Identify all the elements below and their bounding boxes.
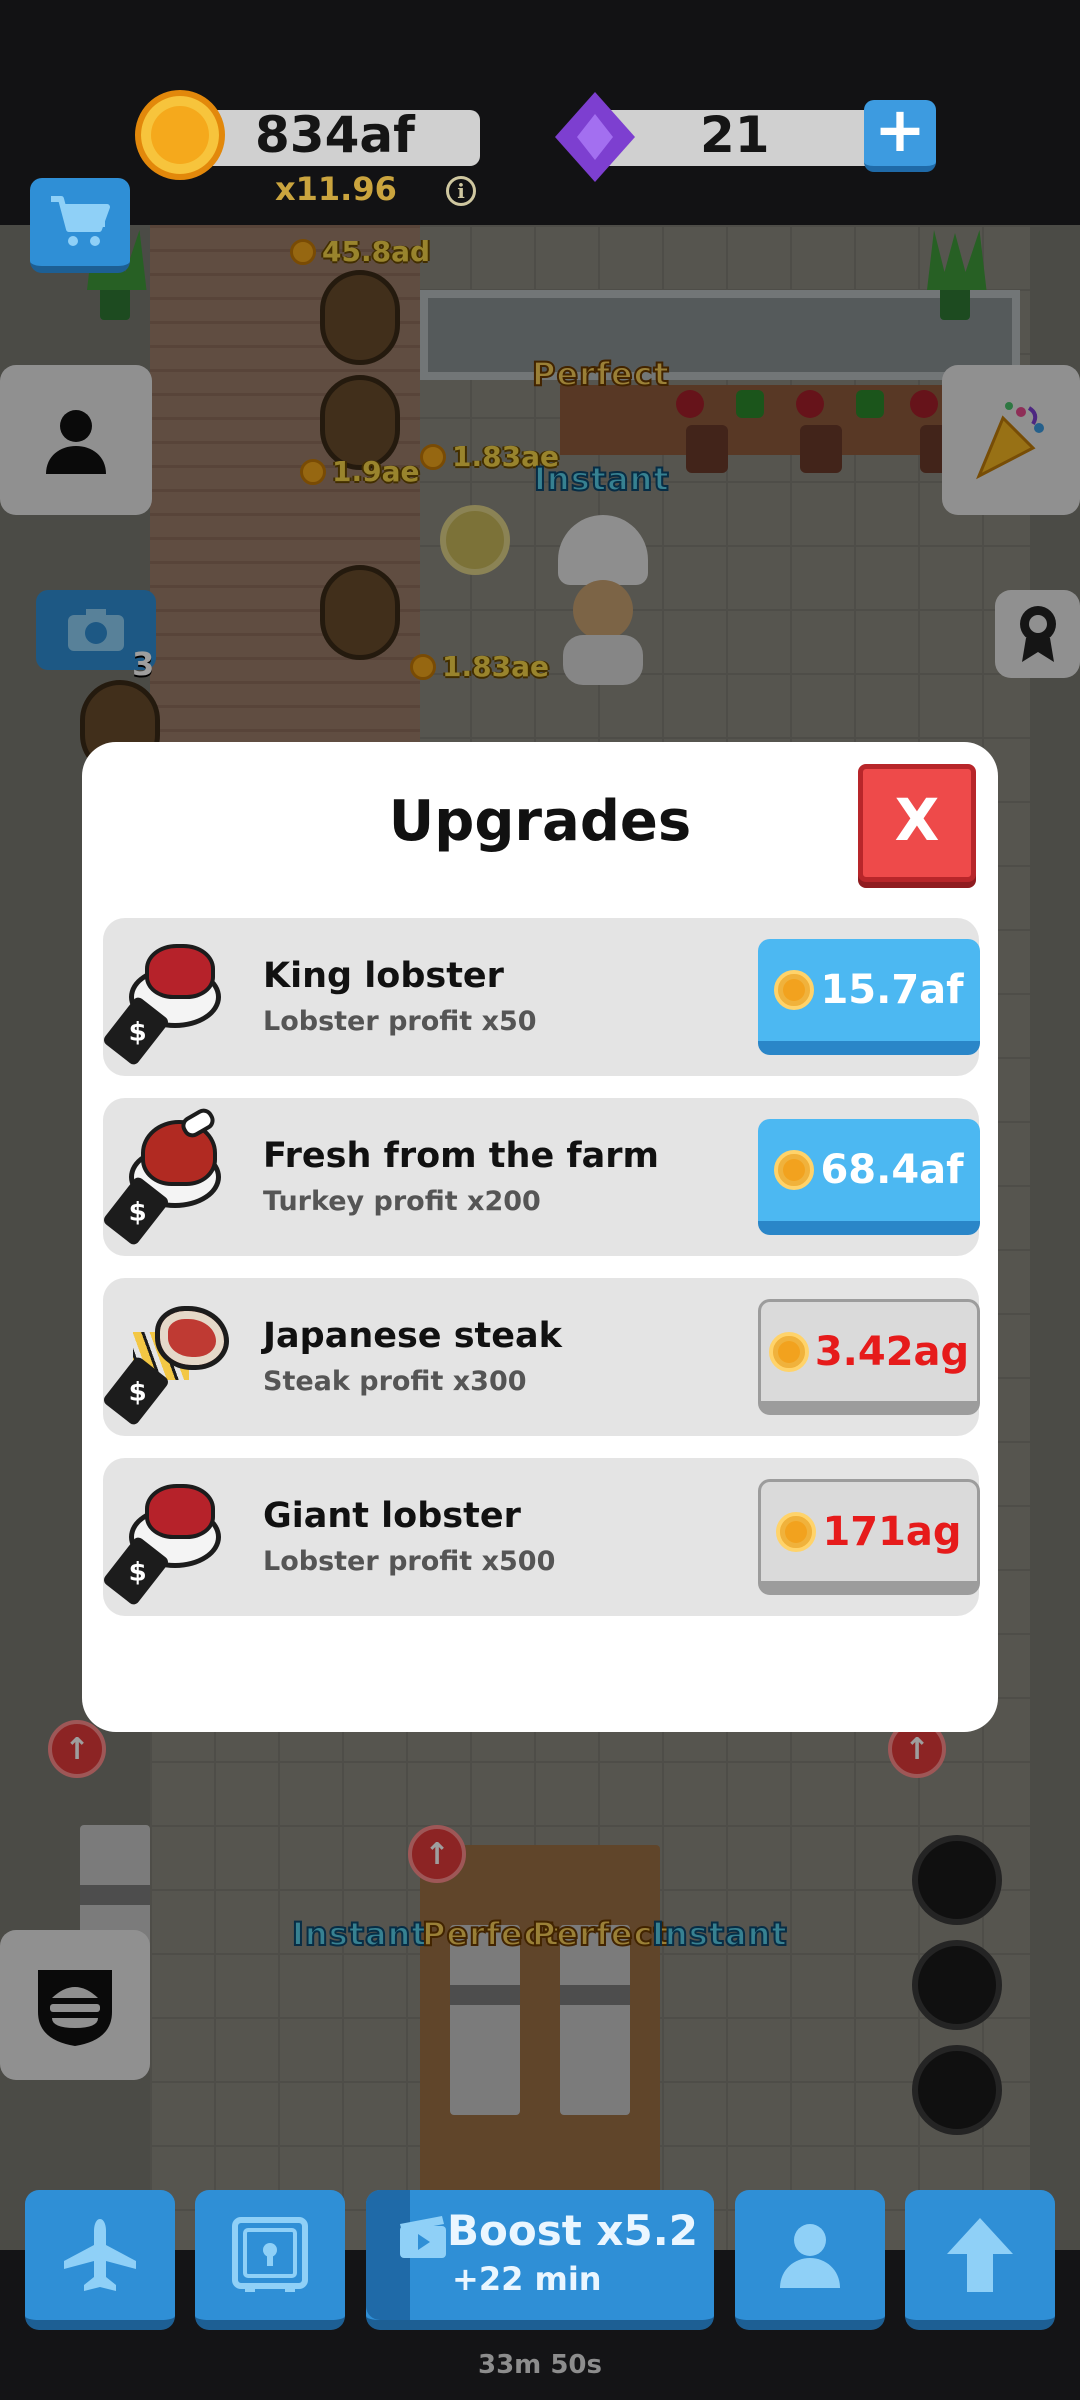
buy-upgrade-button[interactable]: 68.4af [758,1119,980,1235]
video-boost-icon [400,2216,446,2258]
shopping-cart-icon [51,196,110,246]
upgrade-row-king-lobster: $ King lobster Lobster profit x50 15.7af [101,918,980,1076]
gem-balance: 21 [700,106,770,164]
upgrade-description: Turkey profit x200 [263,1186,541,1217]
income-multiplier: x11.96 [275,170,397,208]
upgrade-description: Steak profit x300 [263,1366,527,1397]
upgrade-name: Fresh from the farm [263,1136,659,1176]
vault-button[interactable] [195,2190,345,2330]
upgrade-description: Lobster profit x500 [263,1546,556,1577]
buy-gems-button[interactable]: + [864,99,936,172]
steak-fries-icon: $ [101,1296,245,1427]
upgrade-price: 171ag [822,1508,962,1555]
upgrade-row-giant-lobster: $ Giant lobster Lobster profit x500 171a… [101,1458,980,1616]
upgrade-price: 15.7af [820,967,964,1013]
manager-icon [780,2224,840,2288]
buy-upgrade-button[interactable]: 15.7af [758,939,980,1055]
coin-icon [776,1511,817,1552]
buy-upgrade-button-locked[interactable]: 171ag [758,1479,980,1595]
turkey-dish-icon: $ [101,1104,245,1247]
airplane-icon [64,2219,136,2291]
upgrades-modal: Upgrades X $ King lobster Lobster profit… [82,742,998,1732]
boost-timer: 33m 50s [478,2350,602,2380]
upgrades-button[interactable] [905,2190,1055,2330]
upgrade-name: Japanese steak [263,1316,562,1356]
upgrade-name: King lobster [263,956,504,996]
close-button[interactable]: X [858,764,976,882]
arrow-up-icon [947,2218,1013,2292]
info-icon[interactable]: i [446,176,476,206]
upgrade-price: 3.42ag [814,1328,970,1375]
lobster-dish-icon: $ [101,936,245,1067]
lobster-dish-icon: $ [101,1476,245,1607]
managers-button[interactable] [735,2190,885,2330]
coin-icon [774,1150,815,1190]
shop-button[interactable] [30,178,130,273]
coin-icon [774,970,815,1010]
boost-duration: +22 min [452,2260,602,2298]
upgrade-description: Lobster profit x50 [263,1006,537,1037]
upgrade-price: 68.4af [820,1147,964,1193]
upgrade-row-fresh-from-the-farm: $ Fresh from the farm Turkey profit x200… [101,1098,980,1256]
upgrade-row-japanese-steak: $ Japanese steak Steak profit x300 3.42a… [101,1278,980,1436]
boost-title: Boost x5.2 [447,2206,698,2255]
safe-icon [232,2217,308,2292]
coin-icon [768,1331,809,1372]
coin-icon [135,90,225,180]
travel-button[interactable] [25,2190,175,2330]
buy-upgrade-button-locked[interactable]: 3.42ag [758,1299,980,1415]
upgrade-name: Giant lobster [263,1496,521,1536]
coin-balance: 834af [255,106,415,164]
